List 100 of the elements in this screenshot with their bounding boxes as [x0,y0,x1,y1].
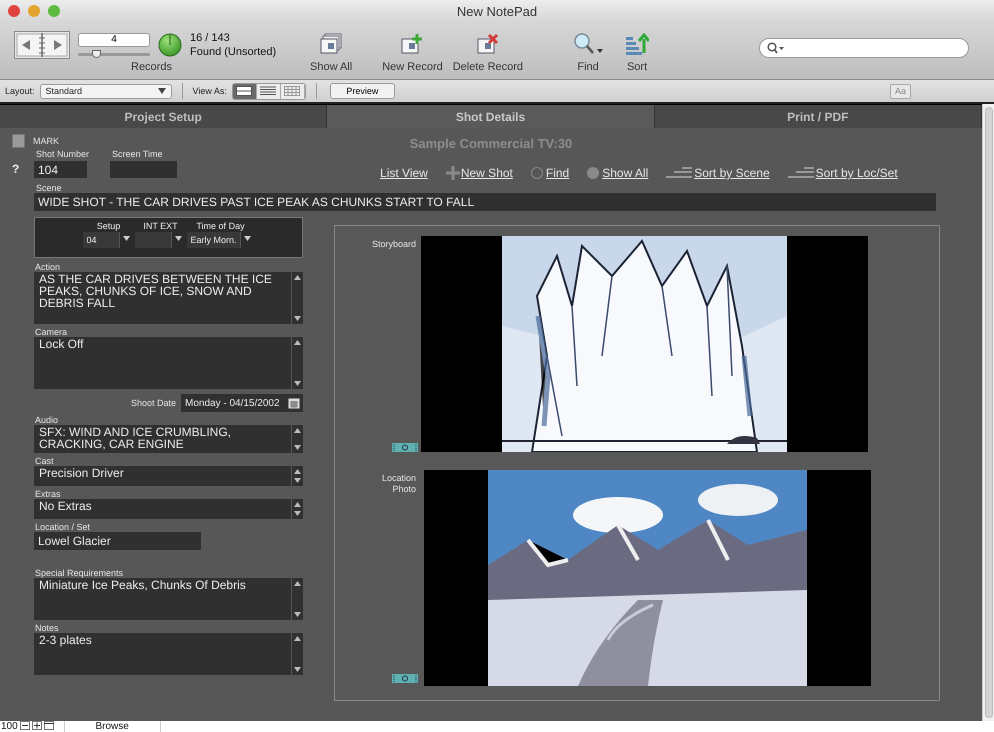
scroll-arrows[interactable] [291,272,303,324]
radio-button[interactable] [530,167,543,179]
up-arrow-icon [294,275,301,280]
scrollbar[interactable] [982,104,994,721]
toolbar-button[interactable]: Find [573,33,604,73]
layout-dropdown[interactable]: Standard [40,84,172,98]
scroll-arrows[interactable] [291,578,303,620]
search-icon [573,33,604,55]
sort-link[interactable]: Sort by Loc/Set [816,166,898,180]
dropdown-field[interactable] [135,232,186,248]
pie-chart-icon [158,33,182,57]
zoom-out-icon[interactable] [20,721,30,730]
text-area[interactable]: AS THE CAR DRIVES BETWEEN THE ICE PEAKS, CHUNKS OF ICE, SNOW AND DEBRIS FALL [34,272,303,324]
tab[interactable]: Project Setup [0,105,328,128]
record-navigation-book-icon[interactable] [14,31,70,59]
down-arrow-icon [294,381,301,386]
mark-label: MARK [33,136,60,146]
toolbar-button[interactable]: Sort [625,33,650,73]
records-label: Records [131,61,173,73]
preview-button[interactable]: Preview [330,83,395,99]
down-arrow-icon [294,316,301,321]
field-label: INT EXT [143,221,178,231]
down-arrow-icon [294,511,301,516]
slider-thumb[interactable] [92,50,101,58]
text-area[interactable]: SFX: WIND AND ICE CRUMBLING, CRACKING, CAR ENGINE [34,425,303,453]
text-field[interactable]: Lowel Glacier [34,532,201,550]
sort-lines-icon [788,167,814,179]
field-label: Location / Set [34,522,92,532]
zoom-level: 100 [1,721,18,732]
scroll-arrows[interactable] [291,466,303,486]
up-arrow-icon [294,502,301,507]
toolbar-button[interactable]: Delete Record [452,33,524,73]
image-label: Storyboard [370,239,416,250]
dropdown-field[interactable]: 04 [83,232,134,248]
text-area[interactable]: No Extras [34,499,303,519]
help-button[interactable]: ? [0,162,34,176]
text-area[interactable]: 2-3 plates [34,633,303,675]
down-arrow-icon [294,612,301,617]
toolbar-button[interactable]: New Record [382,33,443,73]
down-arrow-icon [294,667,301,672]
down-arrow-icon [294,478,301,483]
view-button[interactable] [232,84,257,98]
search-icon [767,42,786,54]
field-label: Time of Day [196,221,245,231]
up-arrow-icon [294,428,301,433]
field-label: Scene [35,183,63,193]
date-field[interactable]: Monday - 04/15/2002 [181,394,303,412]
found-count: 16 / 143 [190,31,231,45]
radio-button[interactable] [587,167,600,179]
scene-field[interactable]: WIDE SHOT - THE CAR DRIVES PAST ICE PEAK AS CHUNKS START TO FALL [34,193,936,211]
plus-icon [446,166,460,180]
field-label: Setup [96,221,120,231]
text-area[interactable]: Lock Off [34,337,303,389]
sort-lines-icon [666,167,692,179]
view-button[interactable] [256,84,281,98]
scroll-arrows[interactable] [291,425,303,453]
view-as-label: View As: [192,86,227,96]
search-field[interactable] [759,38,970,58]
field-label: Extras [34,489,62,499]
form-view-icon [236,86,252,96]
mode-dropdown[interactable]: Browse [64,721,161,732]
text-area[interactable]: Precision Driver [34,466,303,486]
field-label: Cast [34,456,55,466]
camera-icon[interactable] [392,443,418,452]
card-plus-icon [400,33,424,55]
screen-time-field[interactable] [110,161,178,178]
sort-link[interactable]: Sort by Scene [694,166,770,180]
scroll-arrows[interactable] [291,633,303,675]
field-label: Screen Time [111,149,164,159]
text-area[interactable]: Miniature Ice Peaks, Chunks Of Debris [34,578,303,620]
field-label: Shoot Date [130,398,176,408]
tab[interactable]: Print / PDF [654,105,982,128]
radio-link[interactable]: Find [546,166,570,180]
down-arrow-icon [294,445,301,450]
radio-link[interactable]: Show All [602,166,648,180]
field-label: Camera [34,327,68,337]
scroll-arrows[interactable] [291,337,303,389]
field-label: Audio [34,415,60,425]
up-arrow-icon [294,340,301,345]
layout-label: Layout: [5,86,35,96]
field-label: Shot Number [35,149,90,159]
status-toggle-icon[interactable] [44,721,54,730]
record-number-field[interactable]: 4 [78,32,150,46]
shot-number-field[interactable]: 104 [34,161,87,178]
mark-checkbox[interactable] [12,134,25,148]
list-view-link[interactable]: List View [380,166,428,180]
new-shot-link[interactable]: New Shot [460,166,513,180]
found-status: Found (Unsorted) [190,45,276,59]
close-button[interactable] [8,5,20,17]
dropdown-field[interactable]: Early Morn. [187,232,254,248]
zoom-in-icon[interactable] [32,721,42,730]
field-label: Special Requirements [34,568,124,578]
scroll-arrows[interactable] [291,499,303,519]
sort-icon [625,33,650,55]
up-arrow-icon [294,469,301,474]
record-slider[interactable] [78,52,150,56]
calendar-icon [287,396,301,410]
camera-icon[interactable] [392,674,418,683]
toolbar-button[interactable]: Show All [310,33,352,73]
card-x-icon [476,33,500,55]
